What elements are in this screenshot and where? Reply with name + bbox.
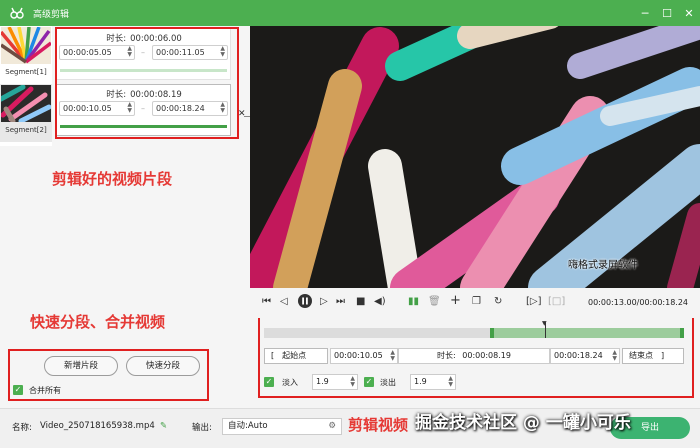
reset-icon[interactable]: ↻ [494, 296, 502, 307]
mark-in-icon[interactable]: [▷] [526, 296, 542, 307]
volume-icon[interactable]: ◀) [374, 296, 386, 307]
minimize-icon[interactable]: ─ [634, 0, 656, 26]
segment-thumb-label: Segment[1] [5, 68, 47, 76]
add-icon[interactable]: + [450, 293, 461, 308]
fade-out-checkbox[interactable]: ✓ [364, 377, 374, 387]
highlight-box-segments [55, 27, 239, 139]
spinner-icon[interactable]: ▲ ▼ [350, 376, 355, 388]
annotation-clips: 剪辑好的视频片段 [52, 170, 173, 188]
video-frame [250, 26, 700, 288]
mark-out-icon[interactable]: [□] [548, 296, 565, 307]
delete-segment-icon[interactable]: ✕ [238, 109, 246, 119]
title-bar: 高级剪辑 ─ ☐ ✕ [0, 0, 700, 26]
fade-out-value: 1.9 [414, 377, 427, 386]
output-label: 输出: [192, 423, 212, 433]
spinner-icon[interactable]: ▲ ▼ [448, 376, 453, 388]
fade-in-label: 淡入 [282, 378, 298, 387]
fade-in-field[interactable]: 1.9 ▲ ▼ [312, 374, 358, 390]
highlight-box-split [8, 349, 209, 401]
start-time-field[interactable]: 00:00:10.05 ▲ ▼ [330, 348, 398, 364]
annotation-split-merge: 快速分段、合并视频 [30, 313, 166, 331]
end-time-field[interactable]: 00:00:18.24 ▲ ▼ [550, 348, 620, 364]
app-logo-icon [10, 7, 24, 19]
output-value: 自动:Auto [228, 421, 268, 431]
restore-icon[interactable]: ☐ [656, 0, 678, 26]
settings-icon[interactable]: ⚙ [328, 419, 336, 434]
playhead-marker-icon: ▼ [542, 320, 547, 327]
stop-icon[interactable]: ■ [356, 296, 365, 307]
duration-label: 时长: [437, 351, 456, 360]
set-start-button[interactable]: [ 起始点 [264, 348, 328, 364]
delete-icon[interactable]: 🗑 [428, 296, 441, 307]
step-forward-icon[interactable]: ▷ [320, 296, 328, 307]
step-back-icon[interactable]: ◁ [280, 296, 288, 307]
skip-to-start-icon[interactable]: ⏮ [262, 296, 271, 307]
set-end-button[interactable]: 结束点 ] [622, 348, 684, 364]
spinner-icon[interactable]: ▲ ▼ [390, 350, 395, 362]
annotation-edit-video: 剪辑视频 [348, 416, 409, 434]
name-label: 名称: [12, 423, 32, 433]
copy-icon[interactable]: ❐ [472, 296, 481, 307]
segment-thumb-2[interactable]: Segment[2] [0, 84, 52, 142]
segment-thumbnails: Segment[1] Segment[2] [0, 26, 52, 146]
time-display: 00:00:13.00/00:00:18.24 [588, 298, 688, 307]
fade-in-value: 1.9 [316, 377, 329, 386]
start-time-value: 00:00:10.05 [334, 351, 383, 360]
skip-to-end-icon[interactable]: ⏭ [336, 296, 345, 307]
duration-value: 00:00:08.19 [462, 351, 511, 360]
trim-selection[interactable] [490, 328, 684, 338]
output-select[interactable]: 自动:Auto ⚙ [222, 418, 342, 435]
fade-out-label: 淡出 [380, 378, 396, 387]
file-name: Video_250718165938.mp4 [40, 421, 155, 431]
duration-field: 时长: 00:00:08.19 [398, 348, 550, 364]
segment-thumb-image [1, 27, 51, 64]
recorder-watermark: 嗨格式录屏软件 [568, 260, 638, 271]
pause-icon[interactable] [298, 294, 312, 311]
segment-thumb-image [1, 85, 51, 122]
site-watermark: 掘金技术社区 @ 一罐小可乐 [415, 413, 631, 433]
window-title: 高级剪辑 [33, 9, 70, 20]
fade-out-field[interactable]: 1.9 ▲ ▼ [410, 374, 456, 390]
spinner-icon[interactable]: ▲ ▼ [612, 350, 617, 362]
video-preview[interactable] [250, 26, 700, 288]
segment-thumb-1[interactable]: Segment[1] [0, 26, 52, 84]
trim-editor: ▼ [ 起始点 00:00:10.05 ▲ ▼ 时长: 00:00:08.19 0… [250, 314, 700, 408]
fade-in-checkbox[interactable]: ✓ [264, 377, 274, 387]
close-icon[interactable]: ✕ [678, 0, 700, 26]
segment-thumb-label: Segment[2] [5, 126, 47, 134]
timeline-track[interactable]: ▼ [264, 320, 684, 338]
edit-name-icon[interactable]: ✎ [160, 421, 167, 431]
split-icon[interactable]: ▮▮ [408, 296, 419, 307]
end-time-value: 00:00:18.24 [554, 351, 603, 360]
